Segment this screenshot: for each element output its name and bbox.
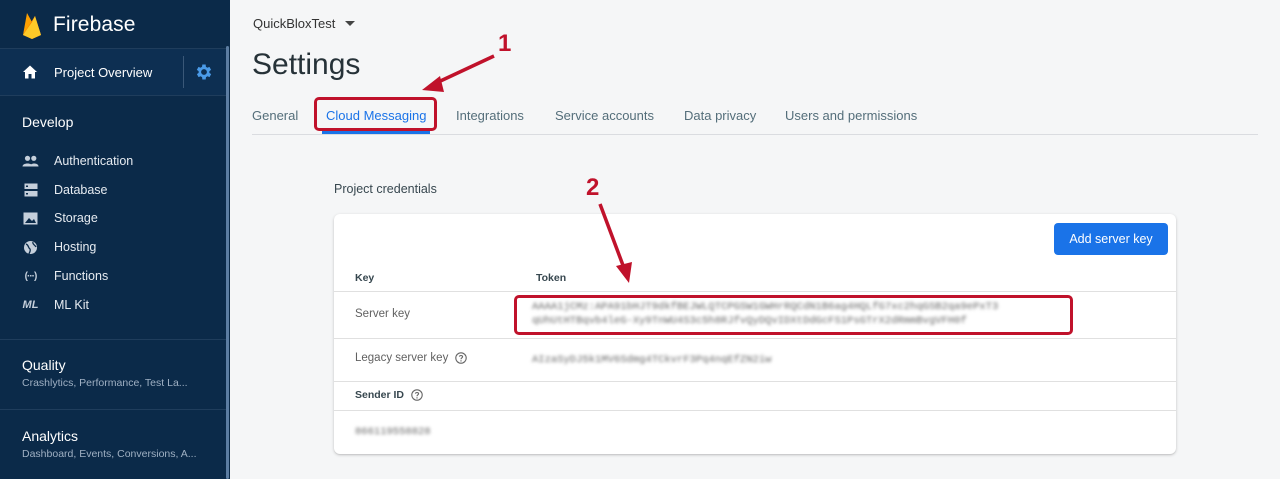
sidebar-item-label: Database	[54, 183, 108, 197]
annotation-box-cloud-messaging	[314, 97, 437, 131]
sender-id-text: Sender ID	[355, 389, 405, 401]
table-row: Legacy server key AIzaSyDJ5k1MV6Sdmg4TCk…	[334, 339, 1176, 382]
legacy-server-key-token[interactable]: AIzaSyDJ5k1MV6Sdmg4TCkvrF3Pq4nqEfZN2iw	[532, 354, 794, 366]
project-switcher[interactable]: QuickBloxTest	[253, 16, 356, 31]
divider	[183, 56, 184, 88]
page-title: Settings	[252, 48, 361, 81]
annotation-box-server-key	[514, 295, 1073, 335]
functions-icon: (···)	[24, 270, 38, 282]
sidebar-item-authentication[interactable]: Authentication	[22, 150, 133, 172]
sidebar-item-label: Authentication	[54, 154, 134, 168]
sidebar-item-database[interactable]: Database	[22, 179, 108, 201]
annotation-arrow-1	[433, 54, 495, 86]
active-tab-indicator	[322, 131, 430, 134]
legacy-server-key-label: Legacy server key	[355, 352, 468, 364]
sidebar-item-storage[interactable]: Storage	[22, 207, 98, 229]
sidebar-item-label: Functions	[54, 269, 109, 283]
sidebar-item-hosting[interactable]: Hosting	[22, 236, 96, 258]
globe-icon	[22, 239, 39, 256]
ml-kit-icon: ML	[22, 299, 39, 311]
tab-general[interactable]: General	[252, 108, 298, 123]
firebase-brand[interactable]: Firebase	[20, 10, 136, 40]
help-icon[interactable]	[411, 389, 423, 401]
sidebar: Firebase Project Overview Develop Authen…	[0, 0, 230, 479]
quality-subtitle: Crashlytics, Performance, Test La...	[22, 377, 188, 389]
table-row: Sender ID	[334, 382, 1176, 411]
sidebar-item-label: Hosting	[54, 240, 97, 254]
legacy-server-key-text: Legacy server key	[355, 352, 449, 364]
develop-heading[interactable]: Develop	[22, 114, 73, 130]
column-header-key: Key	[355, 272, 375, 284]
firebase-logo-icon	[23, 13, 41, 39]
sender-id-heading: Sender ID	[355, 389, 423, 401]
sidebar-item-ml-kit[interactable]: ML ML Kit	[22, 294, 89, 316]
storage-icon	[22, 210, 39, 227]
project-overview-row: Project Overview	[0, 48, 226, 96]
annotation-number-1: 1	[498, 30, 512, 57]
arrow-head-1-icon	[422, 76, 444, 92]
tab-integrations[interactable]: Integrations	[456, 108, 524, 123]
gear-icon[interactable]	[194, 62, 214, 82]
home-icon	[23, 65, 37, 79]
analytics-subtitle: Dashboard, Events, Conversions, A...	[22, 448, 197, 460]
sidebar-item-functions[interactable]: (···) Functions	[22, 265, 109, 287]
project-credentials-heading: Project credentials	[334, 182, 437, 196]
table-row: 866119558828	[334, 411, 1176, 454]
divider	[0, 409, 226, 410]
sender-id-value[interactable]: 866119558828	[355, 426, 445, 438]
tab-service-accounts[interactable]: Service accounts	[555, 108, 654, 123]
analytics-heading[interactable]: Analytics	[22, 428, 78, 444]
quality-heading[interactable]: Quality	[22, 357, 66, 373]
people-icon	[22, 153, 39, 170]
brand-name: Firebase	[53, 13, 136, 36]
divider	[0, 339, 226, 340]
tab-users-and-permissions[interactable]: Users and permissions	[785, 108, 917, 123]
caret-down-icon	[345, 21, 356, 26]
column-header-token: Token	[536, 272, 567, 284]
sidebar-item-label: Storage	[54, 211, 98, 225]
add-server-key-button[interactable]: Add server key	[1054, 223, 1168, 255]
tab-data-privacy[interactable]: Data privacy	[684, 108, 756, 123]
server-key-label: Server key	[355, 308, 410, 320]
help-icon[interactable]	[455, 352, 468, 364]
database-icon	[22, 182, 39, 199]
sidebar-scrollbar[interactable]	[226, 46, 229, 479]
table-header: Key Token	[334, 266, 1176, 292]
sidebar-item-label: ML Kit	[54, 298, 89, 312]
project-name: QuickBloxTest	[253, 16, 336, 31]
project-overview-link[interactable]: Project Overview	[54, 65, 152, 80]
annotation-number-2: 2	[586, 174, 600, 201]
